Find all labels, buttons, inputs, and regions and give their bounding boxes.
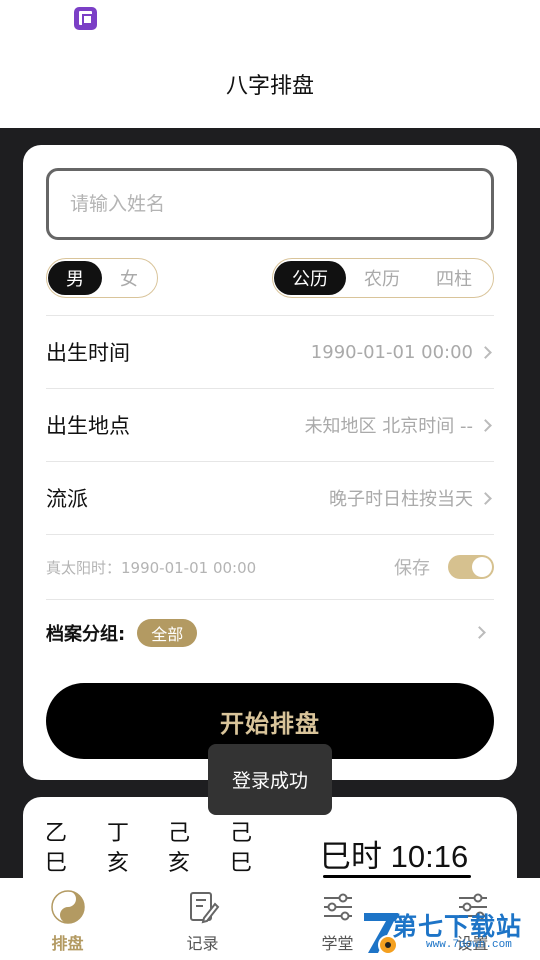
chevron-right-icon	[479, 345, 492, 359]
calendar-lunar-option[interactable]: 农历	[346, 261, 418, 295]
pillar-stem: 乙	[44, 821, 67, 846]
toggle-knob	[472, 557, 492, 577]
watermark-logo: 第七下载站 www.7down.com	[356, 905, 540, 960]
edit-note-icon	[186, 890, 220, 924]
pillar-branch: 亥	[106, 851, 129, 876]
sliders-icon	[321, 890, 355, 924]
gender-selector: 男 女	[46, 258, 158, 298]
chevron-right-icon	[479, 418, 492, 432]
yin-yang-icon	[50, 890, 85, 924]
birth-time-label: 出生时间	[46, 341, 130, 365]
school-row[interactable]: 流派 晚子时日柱按当天	[46, 461, 494, 534]
pillar-2: 丁 亥	[103, 819, 133, 879]
pillar-branch: 巳	[44, 851, 67, 876]
pillar-branch: 巳	[229, 851, 252, 876]
name-input[interactable]	[46, 168, 494, 240]
status-bar	[0, 0, 540, 40]
true-solar-time-row: 真太阳时：1990-01-01 00:00 保存	[46, 534, 494, 599]
app-header: 八字排盘	[0, 40, 540, 128]
pillar-4: 己 巳	[226, 819, 256, 879]
page-title: 八字排盘	[225, 74, 314, 99]
tab-records[interactable]: 记录	[135, 878, 270, 960]
pillar-stem: 丁	[106, 821, 129, 846]
archive-group-label: 档案分组:	[46, 623, 126, 645]
pillar-3: 己 亥	[164, 819, 194, 879]
calendar-selector: 公历 农历 四柱	[272, 258, 494, 298]
pillar-stem: 己	[229, 821, 252, 846]
calendar-four-pillars-option[interactable]: 四柱	[418, 261, 490, 295]
school-label: 流派	[46, 487, 88, 511]
pillar-1: 乙 巳	[41, 819, 71, 879]
tab-paipan[interactable]: 排盘	[0, 878, 135, 960]
save-toggle[interactable]	[448, 555, 494, 579]
calendar-solar-option[interactable]: 公历	[274, 261, 346, 295]
save-label: 保存	[394, 558, 430, 579]
archive-group-row[interactable]: 档案分组: 全部	[46, 599, 494, 665]
true-solar-time-text: 真太阳时：1990-01-01 00:00	[46, 558, 257, 577]
archive-group-badge[interactable]: 全部	[137, 618, 198, 647]
birth-time-row[interactable]: 出生时间 1990-01-01 00:00	[46, 315, 494, 388]
chevron-right-icon	[473, 626, 486, 639]
watermark-url: www.7down.com	[426, 939, 512, 951]
tab-label: 记录	[186, 934, 219, 953]
birth-place-row[interactable]: 出生地点 未知地区 北京时间 --	[46, 388, 494, 461]
app-notification-icon	[74, 7, 97, 30]
pillar-stem: 己	[167, 821, 190, 846]
current-time: 巳时 10:16	[320, 839, 469, 874]
tab-label: 排盘	[51, 934, 84, 953]
bazi-form-card: 男 女 公历 农历 四柱 出生时间 1990-01-01 00:00 出生地点 …	[23, 145, 517, 780]
birth-time-value: 1990-01-01 00:00	[310, 341, 473, 363]
gender-female-option[interactable]: 女	[102, 261, 156, 295]
birth-place-value: 未知地区 北京时间 --	[304, 416, 473, 437]
birth-place-label: 出生地点	[46, 414, 130, 438]
school-value: 晚子时日柱按当天	[329, 489, 473, 510]
chevron-right-icon	[479, 491, 492, 505]
gender-male-option[interactable]: 男	[48, 261, 102, 295]
pillar-branch: 亥	[167, 851, 190, 876]
login-success-toast: 登录成功	[208, 744, 332, 815]
watermark-text: 第七下载站	[392, 912, 523, 941]
